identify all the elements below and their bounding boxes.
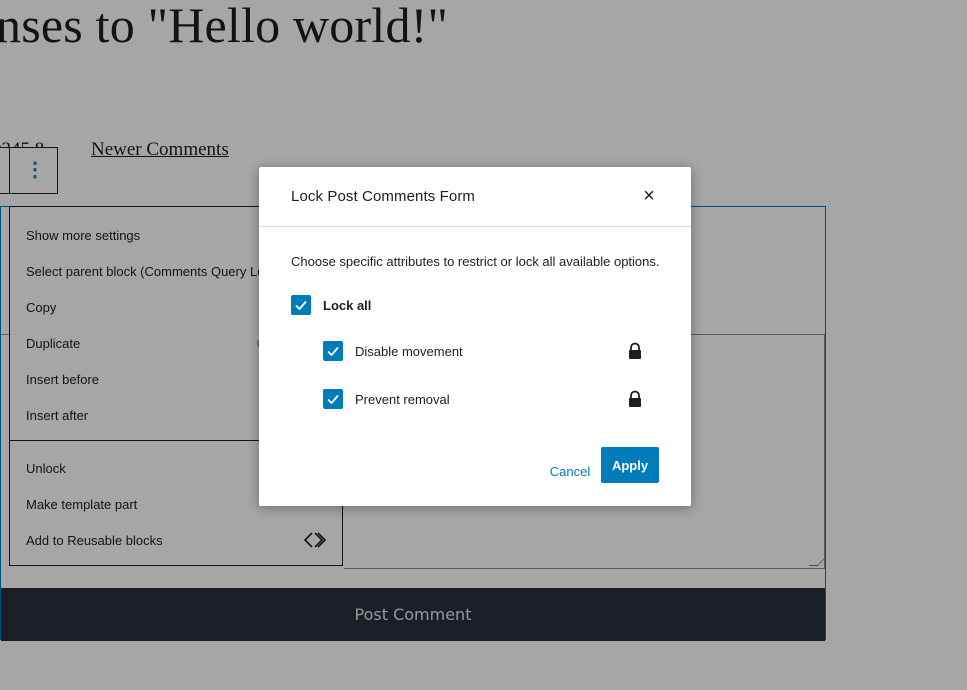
apply-button[interactable]: Apply [601,447,659,483]
lock-icon [629,390,641,407]
cancel-button[interactable]: Cancel [549,459,591,483]
disable-movement-label: Disable movement [355,343,463,359]
lock-modal: Lock Post Comments Form × Choose specifi… [259,167,691,506]
lock-icon [629,342,641,359]
prevent-removal-checkbox[interactable] [323,389,343,409]
lock-all-checkbox[interactable] [291,295,311,315]
prevent-removal-label: Prevent removal [355,391,450,407]
modal-header: Lock Post Comments Form × [259,167,691,227]
check-icon [327,394,339,405]
modal-description: Choose specific attributes to restrict o… [291,254,660,269]
prevent-removal-row[interactable]: Prevent removal [323,389,450,409]
check-icon [295,300,307,311]
check-icon [327,346,339,357]
close-icon[interactable]: × [637,184,661,208]
disable-movement-row[interactable]: Disable movement [323,341,463,361]
lock-all-row[interactable]: Lock all [291,295,371,315]
disable-movement-checkbox[interactable] [323,341,343,361]
lock-all-label: Lock all [323,297,372,313]
modal-title: Lock Post Comments Form [291,188,476,205]
